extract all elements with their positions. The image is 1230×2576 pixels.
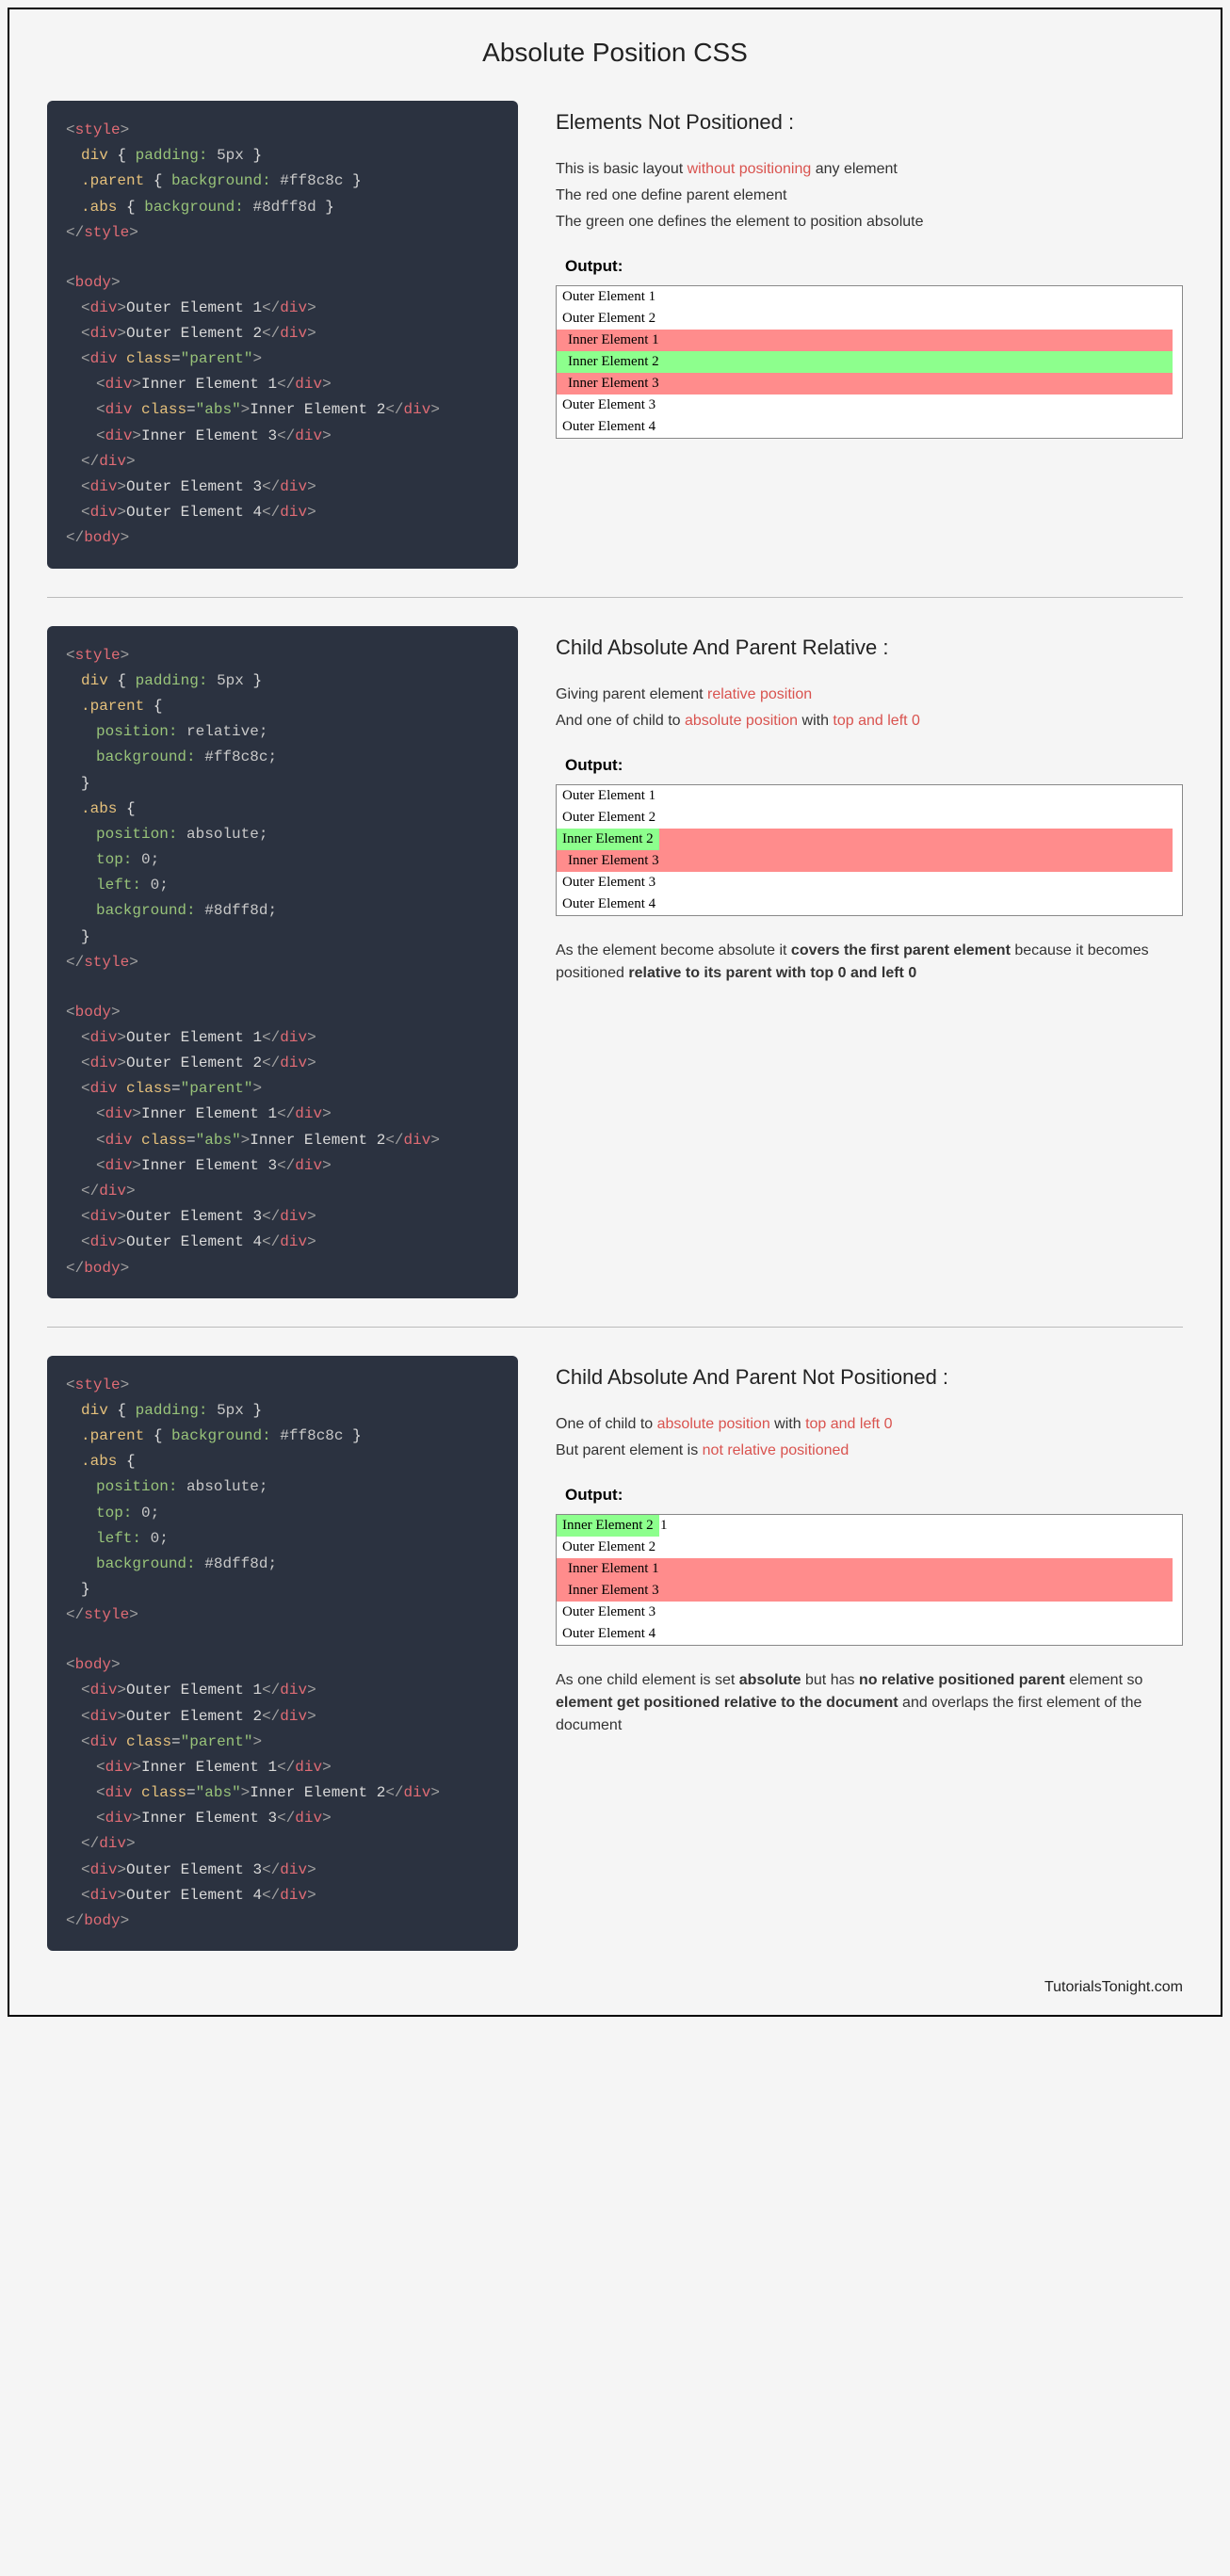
explain-1: Elements Not Positioned : This is basic …	[556, 101, 1183, 569]
section-3-heading: Child Absolute And Parent Not Positioned…	[556, 1365, 1183, 1390]
output-box-3: Inner Element 2 1 Outer Element 2 Inner …	[556, 1514, 1183, 1646]
output-row: Outer Element 4	[557, 894, 1182, 915]
output-row-red: Inner Element 3	[557, 850, 1173, 872]
explain-3: Child Absolute And Parent Not Positioned…	[556, 1356, 1183, 1952]
desc-line: One of child to absolute position with t…	[556, 1413, 1183, 1436]
page-title: Absolute Position CSS	[47, 38, 1183, 68]
output-row-green: Inner Element 2	[557, 351, 1173, 373]
output-row-red: Inner Element 1	[557, 330, 1173, 351]
explain-2: Child Absolute And Parent Relative : Giv…	[556, 626, 1183, 1298]
page: Absolute Position CSS <style> div { padd…	[8, 8, 1222, 2017]
desc-line: The green one defines the element to pos…	[556, 211, 1183, 233]
section-1-heading: Elements Not Positioned :	[556, 110, 1183, 135]
desc-line: But parent element is not relative posit…	[556, 1440, 1183, 1462]
output-row-red: Inner Element 3	[557, 1580, 1173, 1602]
section-2: <style> div { padding: 5px } .parent { p…	[47, 626, 1183, 1298]
output-row: Outer Element 2	[557, 308, 1182, 330]
output-row-green: Inner Element 2	[557, 829, 659, 850]
output-row: Outer Element 4	[557, 416, 1182, 438]
output-row: Outer Element 3	[557, 1602, 1182, 1623]
output-box-1: Outer Element 1 Outer Element 2 Inner El…	[556, 285, 1183, 439]
footer: TutorialsTonight.com	[47, 1979, 1183, 1996]
output-label: Output:	[565, 257, 1183, 276]
output-row-red: Inner Element 1	[557, 1558, 1173, 1580]
output-row: Outer Element 2	[557, 1537, 1182, 1558]
output-row-red: Inner Element 3	[557, 373, 1173, 394]
desc-line: This is basic layout without positioning…	[556, 158, 1183, 181]
output-row: Outer Element 3	[557, 872, 1182, 894]
desc-line: Giving parent element relative position	[556, 684, 1183, 706]
output-box-2: Outer Element 1 Outer Element 2 Inner El…	[556, 784, 1183, 916]
output-row: Outer Element 2	[557, 807, 1182, 829]
desc-line: The red one define parent element	[556, 185, 1183, 207]
code-block-2: <style> div { padding: 5px } .parent { p…	[47, 626, 518, 1298]
divider	[47, 1327, 1183, 1328]
output-label: Output:	[565, 1486, 1183, 1505]
output-row: Outer Element 1	[557, 785, 1182, 807]
section-2-heading: Child Absolute And Parent Relative :	[556, 636, 1183, 660]
after-note: As one child element is set absolute but…	[556, 1669, 1183, 1737]
code-block-1: <style> div { padding: 5px } .parent { b…	[47, 101, 518, 569]
divider	[47, 597, 1183, 598]
output-label: Output:	[565, 756, 1183, 775]
section-1: <style> div { padding: 5px } .parent { b…	[47, 101, 1183, 569]
output-row: Outer Element 4	[557, 1623, 1182, 1645]
after-note: As the element become absolute it covers…	[556, 940, 1183, 985]
desc-line: And one of child to absolute position wi…	[556, 710, 1183, 733]
output-row: Outer Element 1	[557, 286, 1182, 308]
output-row: Outer Element 3	[557, 394, 1182, 416]
code-block-3: <style> div { padding: 5px } .parent { b…	[47, 1356, 518, 1952]
section-3: <style> div { padding: 5px } .parent { b…	[47, 1356, 1183, 1952]
output-row-green: Inner Element 2	[557, 1515, 659, 1537]
